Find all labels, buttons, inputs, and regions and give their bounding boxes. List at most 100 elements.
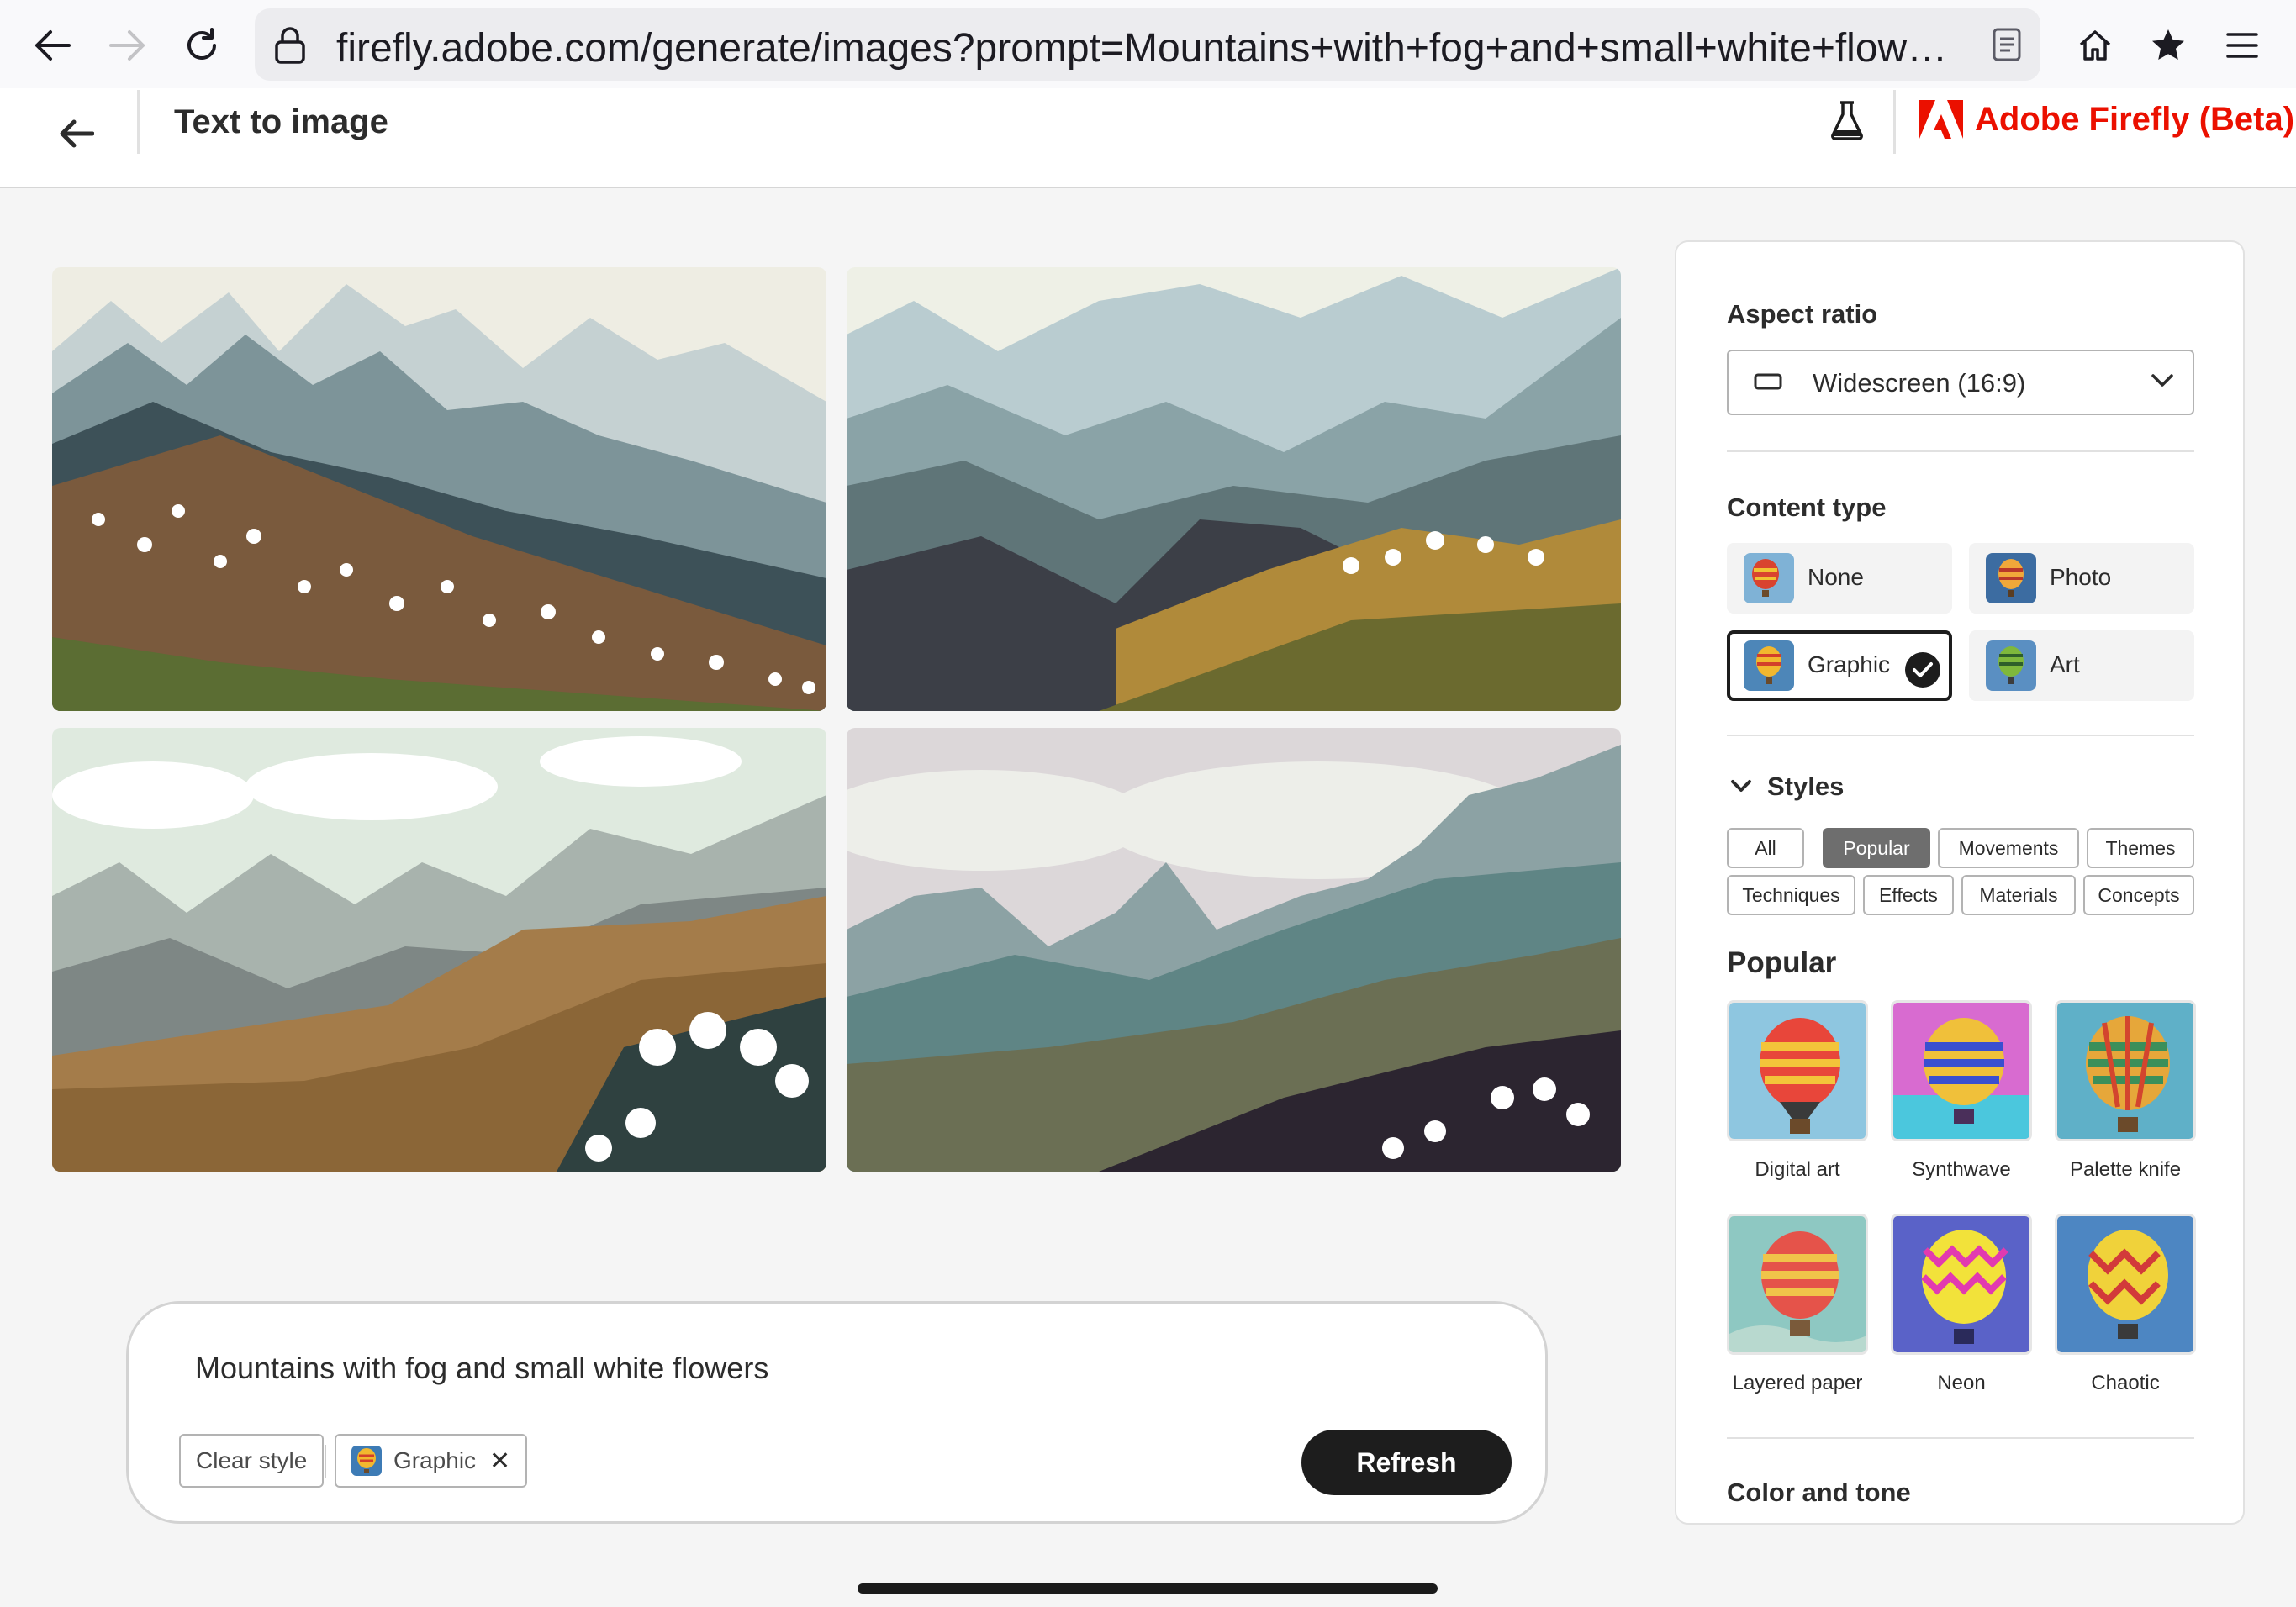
arrow-left-icon [35, 30, 71, 61]
refresh-button[interactable]: Refresh [1301, 1430, 1512, 1495]
balloon-icon [1893, 1003, 2029, 1139]
checkmark-icon [1905, 652, 1940, 688]
content-type-photo-label: Photo [2050, 564, 2112, 590]
prompt-input[interactable]: Mountains with fog and small white flowe… [195, 1351, 768, 1386]
styles-tab-all[interactable]: All [1727, 828, 1804, 868]
browser-reload-button[interactable] [175, 18, 229, 72]
chevron-down-icon [1731, 780, 1751, 792]
style-digital-art-label: Digital art [1755, 1158, 1840, 1181]
style-layered-paper-label: Layered paper [1732, 1372, 1863, 1394]
browser-back-button[interactable] [25, 18, 79, 72]
home-icon [2079, 30, 2111, 61]
browser-toolbar: firefly.adobe.com/generate/images?prompt… [0, 0, 2296, 88]
clear-style-button[interactable]: Clear style [179, 1434, 325, 1488]
balloon-icon [1986, 553, 2036, 603]
styles-tab-materials[interactable]: Materials [1961, 875, 2076, 915]
content-type-none[interactable]: None [1727, 543, 1952, 614]
style-palette-knife-label: Palette knife [2069, 1158, 2182, 1181]
adobe-logo-icon [1919, 100, 1963, 139]
generated-image[interactable] [52, 728, 826, 1172]
balloon-icon [1744, 640, 1794, 691]
color-and-tone-label[interactable]: Color and tone [1727, 1478, 1911, 1508]
generated-image[interactable] [847, 267, 1621, 711]
content-type-art-label: Art [2050, 651, 2080, 677]
balloon-icon [1729, 1216, 1866, 1352]
balloon-icon [1744, 553, 1794, 603]
mountain-landscape-image [52, 728, 826, 1172]
flask-icon [1831, 101, 1863, 140]
brand-name: Adobe Firefly (Beta) [1975, 100, 2295, 138]
style-layered-paper[interactable] [1727, 1214, 1868, 1355]
style-synthwave[interactable] [1891, 1000, 2032, 1141]
home-button[interactable] [2068, 18, 2122, 72]
balloon-icon [1729, 1003, 1866, 1139]
style-neon-label: Neon [1937, 1372, 1986, 1394]
content-type-photo[interactable]: Photo [1969, 543, 2194, 614]
arrow-left-icon [60, 119, 94, 148]
generated-image[interactable] [847, 728, 1621, 1172]
hamburger-menu-icon [2226, 33, 2258, 58]
style-neon[interactable] [1891, 1214, 2032, 1355]
content-type-graphic[interactable]: Graphic [1727, 630, 1952, 701]
clear-style-label: Clear style [196, 1447, 308, 1473]
style-chaotic-label: Chaotic [2091, 1372, 2160, 1394]
section-divider [1727, 1437, 2194, 1439]
balloon-icon [1893, 1216, 2029, 1352]
content-type-label: Content type [1727, 493, 1887, 522]
lock-icon [275, 27, 305, 64]
style-digital-art[interactable] [1727, 1000, 1868, 1141]
content-type-none-label: None [1808, 564, 1864, 590]
mountain-landscape-image [52, 267, 826, 711]
content-type-art[interactable]: Art [1969, 630, 2194, 701]
mountain-landscape-image [847, 267, 1621, 711]
settings-panel: Aspect ratio Widescreen (16:9) Content t… [1675, 240, 2245, 1525]
aspect-ratio-value: Widescreen (16:9) [1813, 368, 2026, 398]
browser-forward-button[interactable] [101, 18, 155, 72]
beta-lab-button[interactable] [1830, 100, 1881, 152]
styles-tab-movements[interactable]: Movements [1938, 828, 2079, 868]
back-button[interactable] [49, 107, 103, 161]
header-divider [1893, 90, 1896, 154]
styles-label: Styles [1767, 772, 1845, 801]
page-title: Text to image [174, 103, 388, 140]
balloon-icon [2057, 1216, 2193, 1352]
styles-section-toggle[interactable]: Styles [1730, 772, 1844, 802]
adobe-firefly-logo[interactable]: Adobe Firefly (Beta) [1919, 100, 2294, 139]
address-bar[interactable]: firefly.adobe.com/generate/images?prompt… [255, 8, 2040, 81]
style-palette-knife[interactable] [2055, 1000, 2196, 1141]
prompt-bar: Mountains with fog and small white flowe… [126, 1301, 1548, 1524]
generated-image[interactable] [52, 267, 826, 711]
bookmarks-button[interactable] [2141, 18, 2195, 72]
menu-button[interactable] [2215, 18, 2269, 72]
generated-images-grid [52, 267, 1621, 1172]
balloon-icon [1986, 640, 2036, 691]
chip-separator [325, 1445, 326, 1478]
styles-tab-popular[interactable]: Popular [1823, 828, 1930, 868]
styles-tab-concepts[interactable]: Concepts [2083, 875, 2194, 915]
aspect-ratio-select[interactable]: Widescreen (16:9) [1727, 350, 2194, 415]
styles-tab-techniques[interactable]: Techniques [1727, 875, 1855, 915]
style-chaotic[interactable] [2055, 1214, 2196, 1355]
mountain-landscape-image [847, 728, 1621, 1172]
styles-tab-effects[interactable]: Effects [1863, 875, 1954, 915]
app-header: Text to image Adobe Firefly (Beta) [0, 88, 2296, 188]
active-style-label: Graphic [393, 1447, 477, 1473]
section-divider [1727, 735, 2194, 736]
active-style-chip[interactable]: Graphic ✕ [335, 1434, 528, 1488]
arrow-right-icon [109, 30, 145, 61]
style-synthwave-label: Synthwave [1912, 1158, 2011, 1181]
aspect-ratio-label: Aspect ratio [1727, 299, 1878, 329]
reload-icon [187, 28, 216, 60]
section-divider [1727, 450, 2194, 452]
reader-view-icon[interactable] [1992, 27, 2022, 62]
chevron-down-icon [2151, 374, 2173, 387]
styles-tab-themes[interactable]: Themes [2087, 828, 2194, 868]
star-bookmark-icon [2152, 29, 2184, 60]
home-indicator [858, 1583, 1438, 1594]
content-type-graphic-label: Graphic [1808, 651, 1891, 677]
balloon-icon [2057, 1003, 2193, 1139]
url-text: firefly.adobe.com/generate/images?prompt… [336, 26, 1967, 71]
remove-style-icon[interactable]: ✕ [489, 1446, 510, 1476]
balloon-icon [351, 1446, 382, 1476]
popular-styles-title: Popular [1727, 946, 1837, 979]
